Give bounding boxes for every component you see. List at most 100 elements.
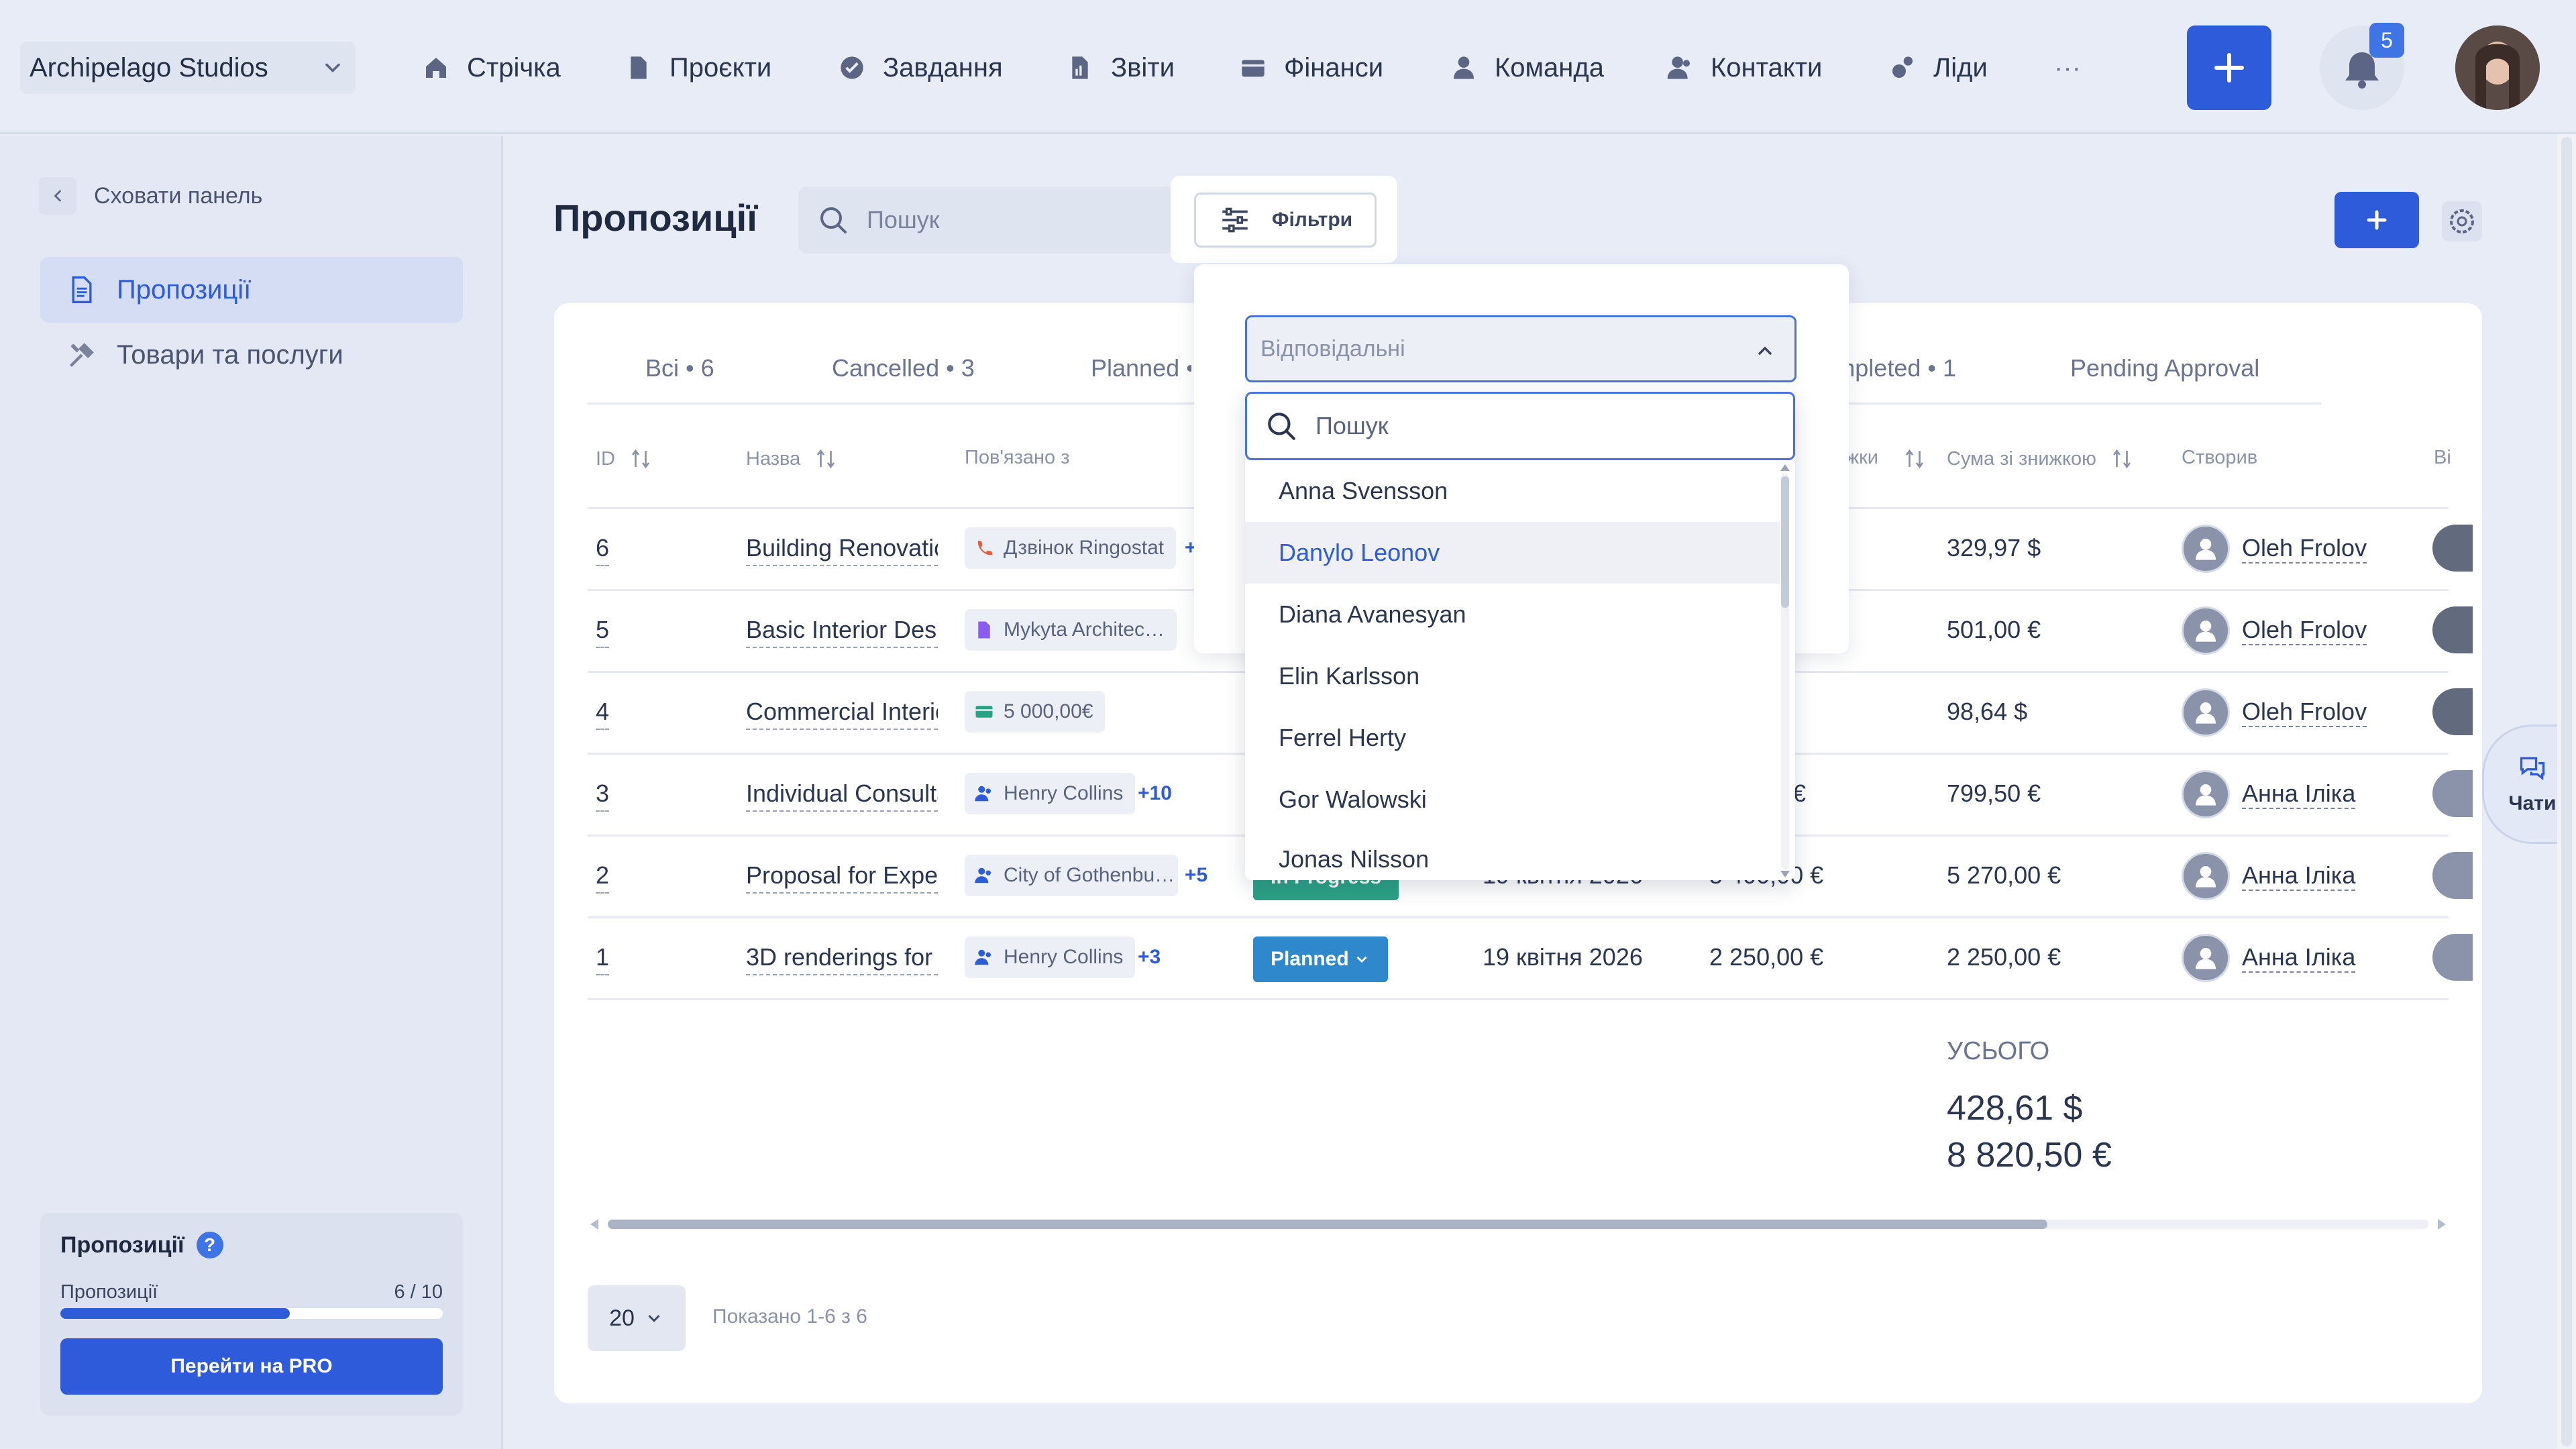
row-name[interactable]: Proposal for Expert — [746, 861, 938, 894]
plus-icon — [2367, 210, 2387, 230]
add-proposal-button[interactable] — [2334, 192, 2419, 248]
page-scrollbar[interactable] — [2557, 134, 2576, 1449]
create-button[interactable] — [2187, 25, 2271, 110]
row-total-amount: 329,97 $ — [1947, 534, 2041, 561]
nav-label: Фінанси — [1284, 52, 1384, 83]
related-tag-label: City of Gothenbu… — [1004, 864, 1175, 886]
sort-icon — [2112, 449, 2131, 469]
nav-more-button[interactable]: ··· — [2054, 42, 2081, 94]
column-header-discount-sort[interactable] — [1889, 447, 1927, 471]
nav-reports[interactable]: Звіти — [1067, 42, 1175, 94]
tab-planned[interactable]: Planned • 1 — [1091, 354, 1191, 382]
user-avatar-icon — [2182, 852, 2230, 900]
related-tag[interactable]: Дзвінок Ringostat — [965, 527, 1177, 569]
user-avatar-icon — [2182, 606, 2230, 655]
plus-icon — [2214, 53, 2244, 83]
notification-count-badge: 5 — [2369, 23, 2404, 58]
call-icon — [977, 540, 993, 555]
row-creator[interactable]: Анна Іліка — [2182, 852, 2356, 900]
status-badge[interactable]: Planned — [1253, 936, 1388, 982]
horizontal-scrollbar[interactable] — [588, 1216, 2449, 1233]
row-name[interactable]: Building Renovation — [746, 534, 938, 566]
row-id[interactable]: 2 — [596, 861, 610, 894]
row-id[interactable]: 6 — [596, 534, 610, 566]
nav-team[interactable]: Команда — [1450, 42, 1604, 94]
search-input[interactable] — [867, 206, 1135, 234]
row-id[interactable]: 4 — [596, 698, 610, 730]
row-creator[interactable]: Oleh Frolov — [2182, 606, 2367, 655]
sidebar-item-proposals[interactable]: Пропозиції — [40, 257, 463, 323]
dropdown-option[interactable]: Jonas Nilsson — [1245, 830, 1780, 877]
tab-cancelled[interactable]: Cancelled • 3 — [832, 354, 975, 382]
row-name[interactable]: Basic Interior Design — [746, 616, 938, 648]
row-id[interactable]: 1 — [596, 943, 610, 975]
related-more[interactable]: +3 — [1138, 946, 1161, 969]
row-creator[interactable]: Oleh Frolov — [2182, 525, 2367, 573]
nav-feed[interactable]: Стрічка — [423, 42, 561, 94]
gear-icon — [2450, 209, 2474, 233]
column-label: Створив — [2182, 447, 2258, 468]
hide-panel-button[interactable]: Сховати панель — [39, 172, 262, 219]
column-label: Назва — [746, 447, 801, 470]
user-avatar-icon — [2182, 525, 2230, 573]
related-tag[interactable]: Henry Collins — [965, 773, 1136, 814]
row-name[interactable]: Commercial Interior — [746, 698, 938, 730]
sliders-icon — [1222, 207, 1248, 233]
company-switcher[interactable]: Archipelago Studios — [20, 42, 356, 94]
row-creator[interactable]: Анна Іліка — [2182, 770, 2356, 818]
upgrade-pro-button[interactable]: Перейти на PRO — [60, 1338, 443, 1395]
row-name[interactable]: 3D renderings for — [746, 943, 938, 975]
dropdown-option-highlighted[interactable]: Danylo Leonov — [1245, 522, 1780, 584]
nav-finance[interactable]: Фінанси — [1240, 42, 1383, 94]
related-tag[interactable]: City of Gothenbu… — [965, 855, 1178, 896]
column-header-id[interactable]: ID — [596, 447, 653, 471]
user-avatar-icon — [2182, 770, 2230, 818]
user-avatar[interactable] — [2455, 25, 2540, 110]
nav-contacts[interactable]: Контакти — [1666, 42, 1822, 94]
people-icon — [975, 949, 991, 965]
related-tag[interactable]: Henry Collins — [965, 936, 1136, 978]
total-eur: 8 820,50 € — [1947, 1136, 2112, 1175]
tab-all[interactable]: Всі • 6 — [645, 354, 714, 382]
responsible-select[interactable]: Відповідальні — [1245, 315, 1796, 382]
dropdown-option[interactable]: Diana Avanesyan — [1245, 584, 1780, 645]
row-total-amount: 98,64 $ — [1947, 698, 2028, 725]
row-creator[interactable]: Oleh Frolov — [2182, 688, 2367, 737]
column-label: Ві — [2434, 447, 2450, 468]
column-header-cut: Ві — [2434, 447, 2450, 469]
settings-button[interactable] — [2442, 201, 2482, 241]
dropdown-option[interactable]: Anna Svensson — [1245, 460, 1780, 522]
nav-label: Стрічка — [467, 52, 561, 83]
dropdown-option[interactable]: Elin Karlsson — [1245, 645, 1780, 707]
nav-label: Команда — [1495, 52, 1604, 83]
chevron-left-icon — [39, 177, 76, 215]
people-icon — [975, 786, 991, 802]
sidebar-item-products[interactable]: Товари та послуги — [40, 322, 463, 388]
dropdown-search-input[interactable] — [1316, 412, 1752, 440]
nav-projects[interactable]: Проєкти — [625, 42, 771, 94]
dropdown-scrollbar[interactable] — [1778, 464, 1792, 877]
help-icon[interactable]: ? — [196, 1232, 223, 1258]
pagination-summary: Показано 1-6 з 6 — [712, 1305, 867, 1328]
tools-icon — [69, 343, 94, 368]
filters-button[interactable]: Фільтри — [1194, 193, 1377, 248]
sidebar-item-label: Пропозиції — [117, 274, 252, 305]
row-id[interactable]: 5 — [596, 616, 610, 648]
dropdown-option[interactable]: Gor Walowski — [1245, 769, 1780, 830]
per-page-select[interactable]: 20 — [588, 1285, 686, 1351]
nav-leads[interactable]: Ліди — [1889, 42, 1988, 94]
tab-pending-approval[interactable]: Pending Approval — [2070, 354, 2259, 382]
row-creator[interactable]: Анна Іліка — [2182, 934, 2356, 982]
nav-tasks[interactable]: Завдання — [839, 42, 1003, 94]
user-avatar-icon — [2182, 688, 2230, 737]
related-more[interactable]: +5 — [1185, 864, 1208, 887]
related-tag-label: Henry Collins — [1004, 946, 1124, 968]
related-more[interactable]: +10 — [1138, 782, 1172, 805]
row-id[interactable]: 3 — [596, 780, 610, 812]
row-name[interactable]: Individual Consultation — [746, 780, 938, 812]
related-tag[interactable]: Mykyta Architec… — [965, 609, 1177, 651]
column-header-total[interactable]: Сума зі знижкою — [1947, 447, 2134, 471]
column-header-name[interactable]: Назва — [746, 447, 838, 471]
dropdown-option[interactable]: Ferrel Herty — [1245, 707, 1780, 769]
related-tag[interactable]: 5 000,00€ — [965, 691, 1106, 733]
